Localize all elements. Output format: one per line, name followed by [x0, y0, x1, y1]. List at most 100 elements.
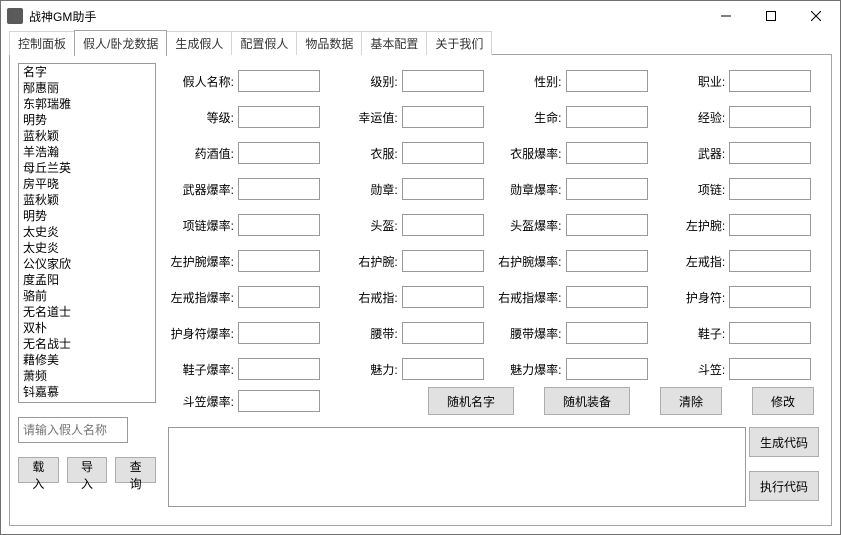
tab-control-panel[interactable]: 控制面板	[9, 31, 75, 55]
input-exp[interactable]	[729, 106, 811, 128]
list-item[interactable]: 骆前	[19, 288, 155, 304]
exec-code-button[interactable]: 执行代码	[749, 471, 819, 501]
import-button[interactable]: 导入	[67, 457, 108, 483]
input-belt-rate[interactable]	[566, 322, 648, 344]
close-icon	[811, 11, 821, 21]
list-item[interactable]: 钭嘉慕	[19, 384, 155, 400]
input-necklace-rate[interactable]	[238, 214, 320, 236]
code-textarea[interactable]	[168, 427, 746, 507]
tab-fake-data[interactable]: 假人/卧龙数据	[74, 30, 167, 56]
label-armor: 衣服:	[332, 145, 402, 162]
titlebar: 战神GM助手	[1, 1, 840, 31]
input-level[interactable]	[238, 106, 320, 128]
modify-button[interactable]: 修改	[752, 387, 814, 415]
list-item[interactable]: 度孟阳	[19, 272, 155, 288]
list-item[interactable]: 藉修美	[19, 352, 155, 368]
name-listbox[interactable]: 名字邴惠丽东郭瑞雅明势蓝秋颖羊浩瀚母丘兰英房平晓蓝秋颖明势太史炎太史炎公仪家欣度…	[18, 63, 156, 403]
input-amulet[interactable]	[729, 286, 811, 308]
input-belt[interactable]	[402, 322, 484, 344]
input-weapon[interactable]	[729, 142, 811, 164]
input-left-ring[interactable]	[729, 250, 811, 272]
input-fake-name[interactable]	[238, 70, 320, 92]
input-shoes-rate[interactable]	[238, 358, 320, 380]
form-grid: 假人名称: 级别: 性别: 职业: 等级: 幸运值: 生命: 经验: 药酒值: …	[168, 63, 823, 387]
tab-basic-config[interactable]: 基本配置	[361, 31, 427, 55]
label-armor-rate: 衣服爆率:	[496, 145, 566, 162]
list-item[interactable]: 无名道士	[19, 304, 155, 320]
input-charm-rate[interactable]	[566, 358, 648, 380]
list-item[interactable]: 明势	[19, 208, 155, 224]
input-shoes[interactable]	[729, 322, 811, 344]
maximize-button[interactable]	[748, 2, 793, 30]
input-right-bracelet[interactable]	[402, 250, 484, 272]
tab-about[interactable]: 关于我们	[426, 31, 492, 55]
input-left-bracelet-rate[interactable]	[238, 250, 320, 272]
list-item[interactable]: 明势	[19, 112, 155, 128]
label-gender: 性别:	[496, 73, 566, 90]
list-item[interactable]: 母丘兰英	[19, 160, 155, 176]
input-hat-rate[interactable]	[238, 390, 320, 412]
input-medal[interactable]	[402, 178, 484, 200]
tab-configure-fake[interactable]: 配置假人	[231, 31, 297, 55]
input-wine[interactable]	[238, 142, 320, 164]
gen-code-button[interactable]: 生成代码	[749, 427, 819, 457]
input-job[interactable]	[729, 70, 811, 92]
label-helmet: 头盔:	[332, 217, 402, 234]
input-right-bracelet-rate[interactable]	[566, 250, 648, 272]
list-item[interactable]: 同思……	[19, 400, 155, 403]
label-exp: 经验:	[659, 109, 729, 126]
input-armor[interactable]	[402, 142, 484, 164]
tab-generate-fake[interactable]: 生成假人	[166, 31, 232, 55]
list-item[interactable]: 太史炎	[19, 224, 155, 240]
input-left-ring-rate[interactable]	[238, 286, 320, 308]
list-item[interactable]: 东郭瑞雅	[19, 96, 155, 112]
input-armor-rate[interactable]	[566, 142, 648, 164]
list-item[interactable]: 双朴	[19, 320, 155, 336]
list-item[interactable]: 太史炎	[19, 240, 155, 256]
label-right-ring: 右戒指:	[332, 289, 402, 306]
tab-item-data[interactable]: 物品数据	[296, 31, 362, 55]
input-weapon-rate[interactable]	[238, 178, 320, 200]
label-charm: 魅力:	[332, 361, 402, 378]
random-name-button[interactable]: 随机名字	[428, 387, 514, 415]
query-button[interactable]: 查询	[115, 457, 156, 483]
list-item[interactable]: 名字	[19, 64, 155, 80]
input-level2[interactable]	[402, 70, 484, 92]
clear-button[interactable]: 清除	[660, 387, 722, 415]
input-gender[interactable]	[566, 70, 648, 92]
name-search-input[interactable]	[18, 417, 128, 443]
input-medal-rate[interactable]	[566, 178, 648, 200]
input-left-bracelet[interactable]	[729, 214, 811, 236]
list-item[interactable]: 萧频	[19, 368, 155, 384]
input-right-ring-rate[interactable]	[566, 286, 648, 308]
label-hat-rate: 斗笠爆率:	[168, 393, 238, 410]
list-item[interactable]: 蓝秋颖	[19, 128, 155, 144]
form-row-5: 左护腕爆率: 右护腕: 右护腕爆率: 左戒指:	[168, 243, 823, 279]
input-necklace[interactable]	[729, 178, 811, 200]
label-level2: 级别:	[332, 73, 402, 90]
input-charm[interactable]	[402, 358, 484, 380]
close-button[interactable]	[793, 2, 838, 30]
list-item[interactable]: 邴惠丽	[19, 80, 155, 96]
form-row-0: 假人名称: 级别: 性别: 职业:	[168, 63, 823, 99]
input-helmet[interactable]	[402, 214, 484, 236]
label-job: 职业:	[659, 73, 729, 90]
input-right-ring[interactable]	[402, 286, 484, 308]
minimize-button[interactable]	[703, 2, 748, 30]
random-equip-button[interactable]: 随机装备	[544, 387, 630, 415]
input-amulet-rate[interactable]	[238, 322, 320, 344]
load-button[interactable]: 载入	[18, 457, 59, 483]
content-area: 控制面板 假人/卧龙数据 生成假人 配置假人 物品数据 基本配置 关于我们 名字…	[9, 33, 832, 526]
input-hp[interactable]	[566, 106, 648, 128]
input-luck[interactable]	[402, 106, 484, 128]
label-amulet-rate: 护身符爆率:	[168, 325, 238, 342]
list-item[interactable]: 羊浩瀚	[19, 144, 155, 160]
list-item[interactable]: 蓝秋颖	[19, 192, 155, 208]
list-item[interactable]: 公仪家欣	[19, 256, 155, 272]
input-helmet-rate[interactable]	[566, 214, 648, 236]
input-hat[interactable]	[729, 358, 811, 380]
label-left-ring: 左戒指:	[659, 253, 729, 270]
list-item[interactable]: 无名战士	[19, 336, 155, 352]
list-item[interactable]: 房平晓	[19, 176, 155, 192]
label-belt-rate: 腰带爆率:	[496, 325, 566, 342]
